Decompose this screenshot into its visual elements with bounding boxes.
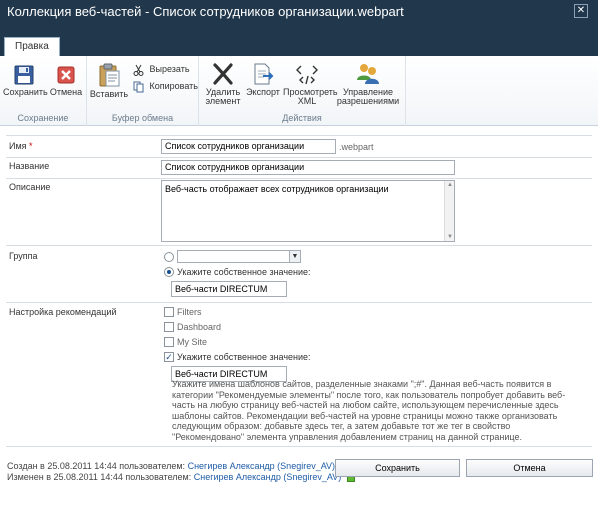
perms-label-2: разрешениями bbox=[336, 96, 400, 106]
ribbon-group-save-label: Сохранение bbox=[17, 113, 69, 123]
divider bbox=[6, 446, 592, 447]
export-document-icon bbox=[254, 63, 274, 85]
floppy-disk-icon bbox=[14, 65, 34, 85]
divider bbox=[6, 178, 592, 179]
delete-label-2: элемент bbox=[205, 96, 241, 106]
divider bbox=[6, 245, 592, 246]
copy-icon bbox=[133, 81, 144, 93]
save-label: Сохранить bbox=[3, 87, 48, 97]
ribbon-group-clipboard-label: Буфер обмена bbox=[111, 113, 174, 123]
description-text: Веб-часть отображает всех сотрудников ор… bbox=[165, 184, 389, 194]
filters-checkbox[interactable] bbox=[164, 307, 174, 317]
copy-label: Копировать bbox=[149, 81, 198, 91]
modified-prefix: Изменен в 25.08.2011 14:44 пользователем… bbox=[7, 472, 192, 482]
title-input[interactable]: Список сотрудников организации bbox=[161, 160, 455, 175]
properties-form: Имя * Список сотрудников организации .we… bbox=[0, 126, 598, 515]
ribbon-tabbar: Правка bbox=[0, 24, 598, 56]
group-select[interactable]: ▼ bbox=[177, 250, 301, 263]
name-input[interactable]: Список сотрудников организации bbox=[161, 139, 336, 154]
dashboard-checkbox[interactable] bbox=[164, 322, 174, 332]
paste-label: Вставить bbox=[89, 89, 129, 99]
group-existing-radio[interactable] bbox=[164, 252, 174, 262]
footer-cancel-button[interactable]: Отмена bbox=[466, 459, 593, 477]
delete-x-icon bbox=[213, 63, 233, 85]
divider bbox=[6, 135, 592, 136]
ribbon: Сохранить Отмена Сохранение Вставить Выр… bbox=[0, 56, 598, 126]
tab-edit[interactable]: Правка bbox=[4, 37, 60, 56]
group-custom-input[interactable]: Веб-части DIRECTUM bbox=[171, 281, 287, 297]
mysite-label: My Site bbox=[177, 337, 208, 347]
dashboard-label: Dashboard bbox=[177, 322, 222, 332]
scroll-down-icon[interactable]: ▼ bbox=[447, 234, 453, 240]
export-button[interactable]: Экспорт bbox=[243, 62, 283, 97]
description-scrollbar[interactable]: ▲ ▼ bbox=[444, 181, 454, 241]
scissors-icon bbox=[133, 64, 144, 76]
group-custom-radio[interactable] bbox=[164, 267, 174, 277]
created-info: Создан в 25.08.2011 14:44 пользователем:… bbox=[7, 461, 349, 471]
delete-item-button[interactable]: Удалить элемент bbox=[203, 62, 243, 106]
description-textarea[interactable]: Веб-часть отображает всех сотрудников ор… bbox=[161, 180, 455, 242]
divider bbox=[6, 157, 592, 158]
required-mark: * bbox=[29, 141, 33, 151]
window-titlebar: Коллекция веб-частей - Список сотруднико… bbox=[0, 0, 598, 24]
ribbon-group-actions: Удалить элемент Экспорт Просмотреть XML bbox=[199, 56, 406, 126]
users-permissions-icon bbox=[357, 64, 379, 84]
ribbon-group-actions-label: Действия bbox=[282, 113, 322, 123]
created-prefix: Создан в 25.08.2011 14:44 пользователем: bbox=[7, 461, 186, 471]
mysite-checkbox[interactable] bbox=[164, 337, 174, 347]
modified-info: Изменен в 25.08.2011 14:44 пользователем… bbox=[7, 472, 355, 482]
scroll-up-icon[interactable]: ▲ bbox=[447, 182, 453, 188]
name-label: Имя * bbox=[9, 141, 33, 151]
cancel-x-icon bbox=[57, 66, 75, 84]
recommendations-label: Настройка рекомендаций bbox=[9, 307, 117, 317]
cut-label: Вырезать bbox=[149, 64, 190, 74]
save-button[interactable]: Сохранить bbox=[3, 64, 48, 97]
modified-user-link[interactable]: Снегирев Александр (Snegirev_AV) bbox=[194, 472, 341, 482]
divider bbox=[6, 302, 592, 303]
footer-save-button[interactable]: Сохранить bbox=[335, 459, 460, 477]
window-title: Коллекция веб-частей - Список сотруднико… bbox=[7, 4, 404, 19]
chevron-down-icon[interactable]: ▼ bbox=[289, 251, 300, 262]
title-label: Название bbox=[9, 161, 50, 171]
cancel-label: Отмена bbox=[49, 87, 83, 97]
xml-code-icon bbox=[296, 65, 318, 85]
clipboard-paste-icon bbox=[99, 63, 120, 87]
filters-label: Filters bbox=[177, 307, 202, 317]
created-user-link[interactable]: Снегирев Александр (Snegirev_AV) bbox=[188, 461, 335, 471]
view-xml-button[interactable]: Просмотреть XML bbox=[283, 62, 338, 106]
manage-permissions-button[interactable]: Управление разрешениями bbox=[335, 62, 401, 106]
ribbon-group-save: Сохранить Отмена Сохранение bbox=[0, 56, 87, 126]
paste-button[interactable]: Вставить bbox=[89, 62, 129, 99]
export-label: Экспорт bbox=[246, 87, 280, 97]
description-label: Описание bbox=[9, 182, 51, 192]
name-label-text: Имя bbox=[9, 141, 27, 151]
cancel-button[interactable]: Отмена bbox=[48, 64, 84, 97]
view-xml-label-2: XML bbox=[297, 96, 317, 106]
group-custom-label: Укажите собственное значение: bbox=[177, 267, 311, 277]
recommendations-help-text: Укажите имена шаблонов сайтов, разделенн… bbox=[172, 379, 566, 442]
copy-button[interactable]: Копировать bbox=[133, 78, 198, 94]
cut-button[interactable]: Вырезать bbox=[133, 61, 190, 77]
ribbon-group-clipboard: Вставить Вырезать Копировать Буфер обмен… bbox=[87, 56, 199, 126]
close-icon[interactable]: ✕ bbox=[574, 4, 588, 18]
group-label: Группа bbox=[9, 251, 38, 261]
custom-recommendation-checkbox[interactable]: ✓ bbox=[164, 352, 174, 362]
name-suffix: .webpart bbox=[339, 142, 374, 152]
custom-recommendation-label: Укажите собственное значение: bbox=[177, 352, 311, 362]
